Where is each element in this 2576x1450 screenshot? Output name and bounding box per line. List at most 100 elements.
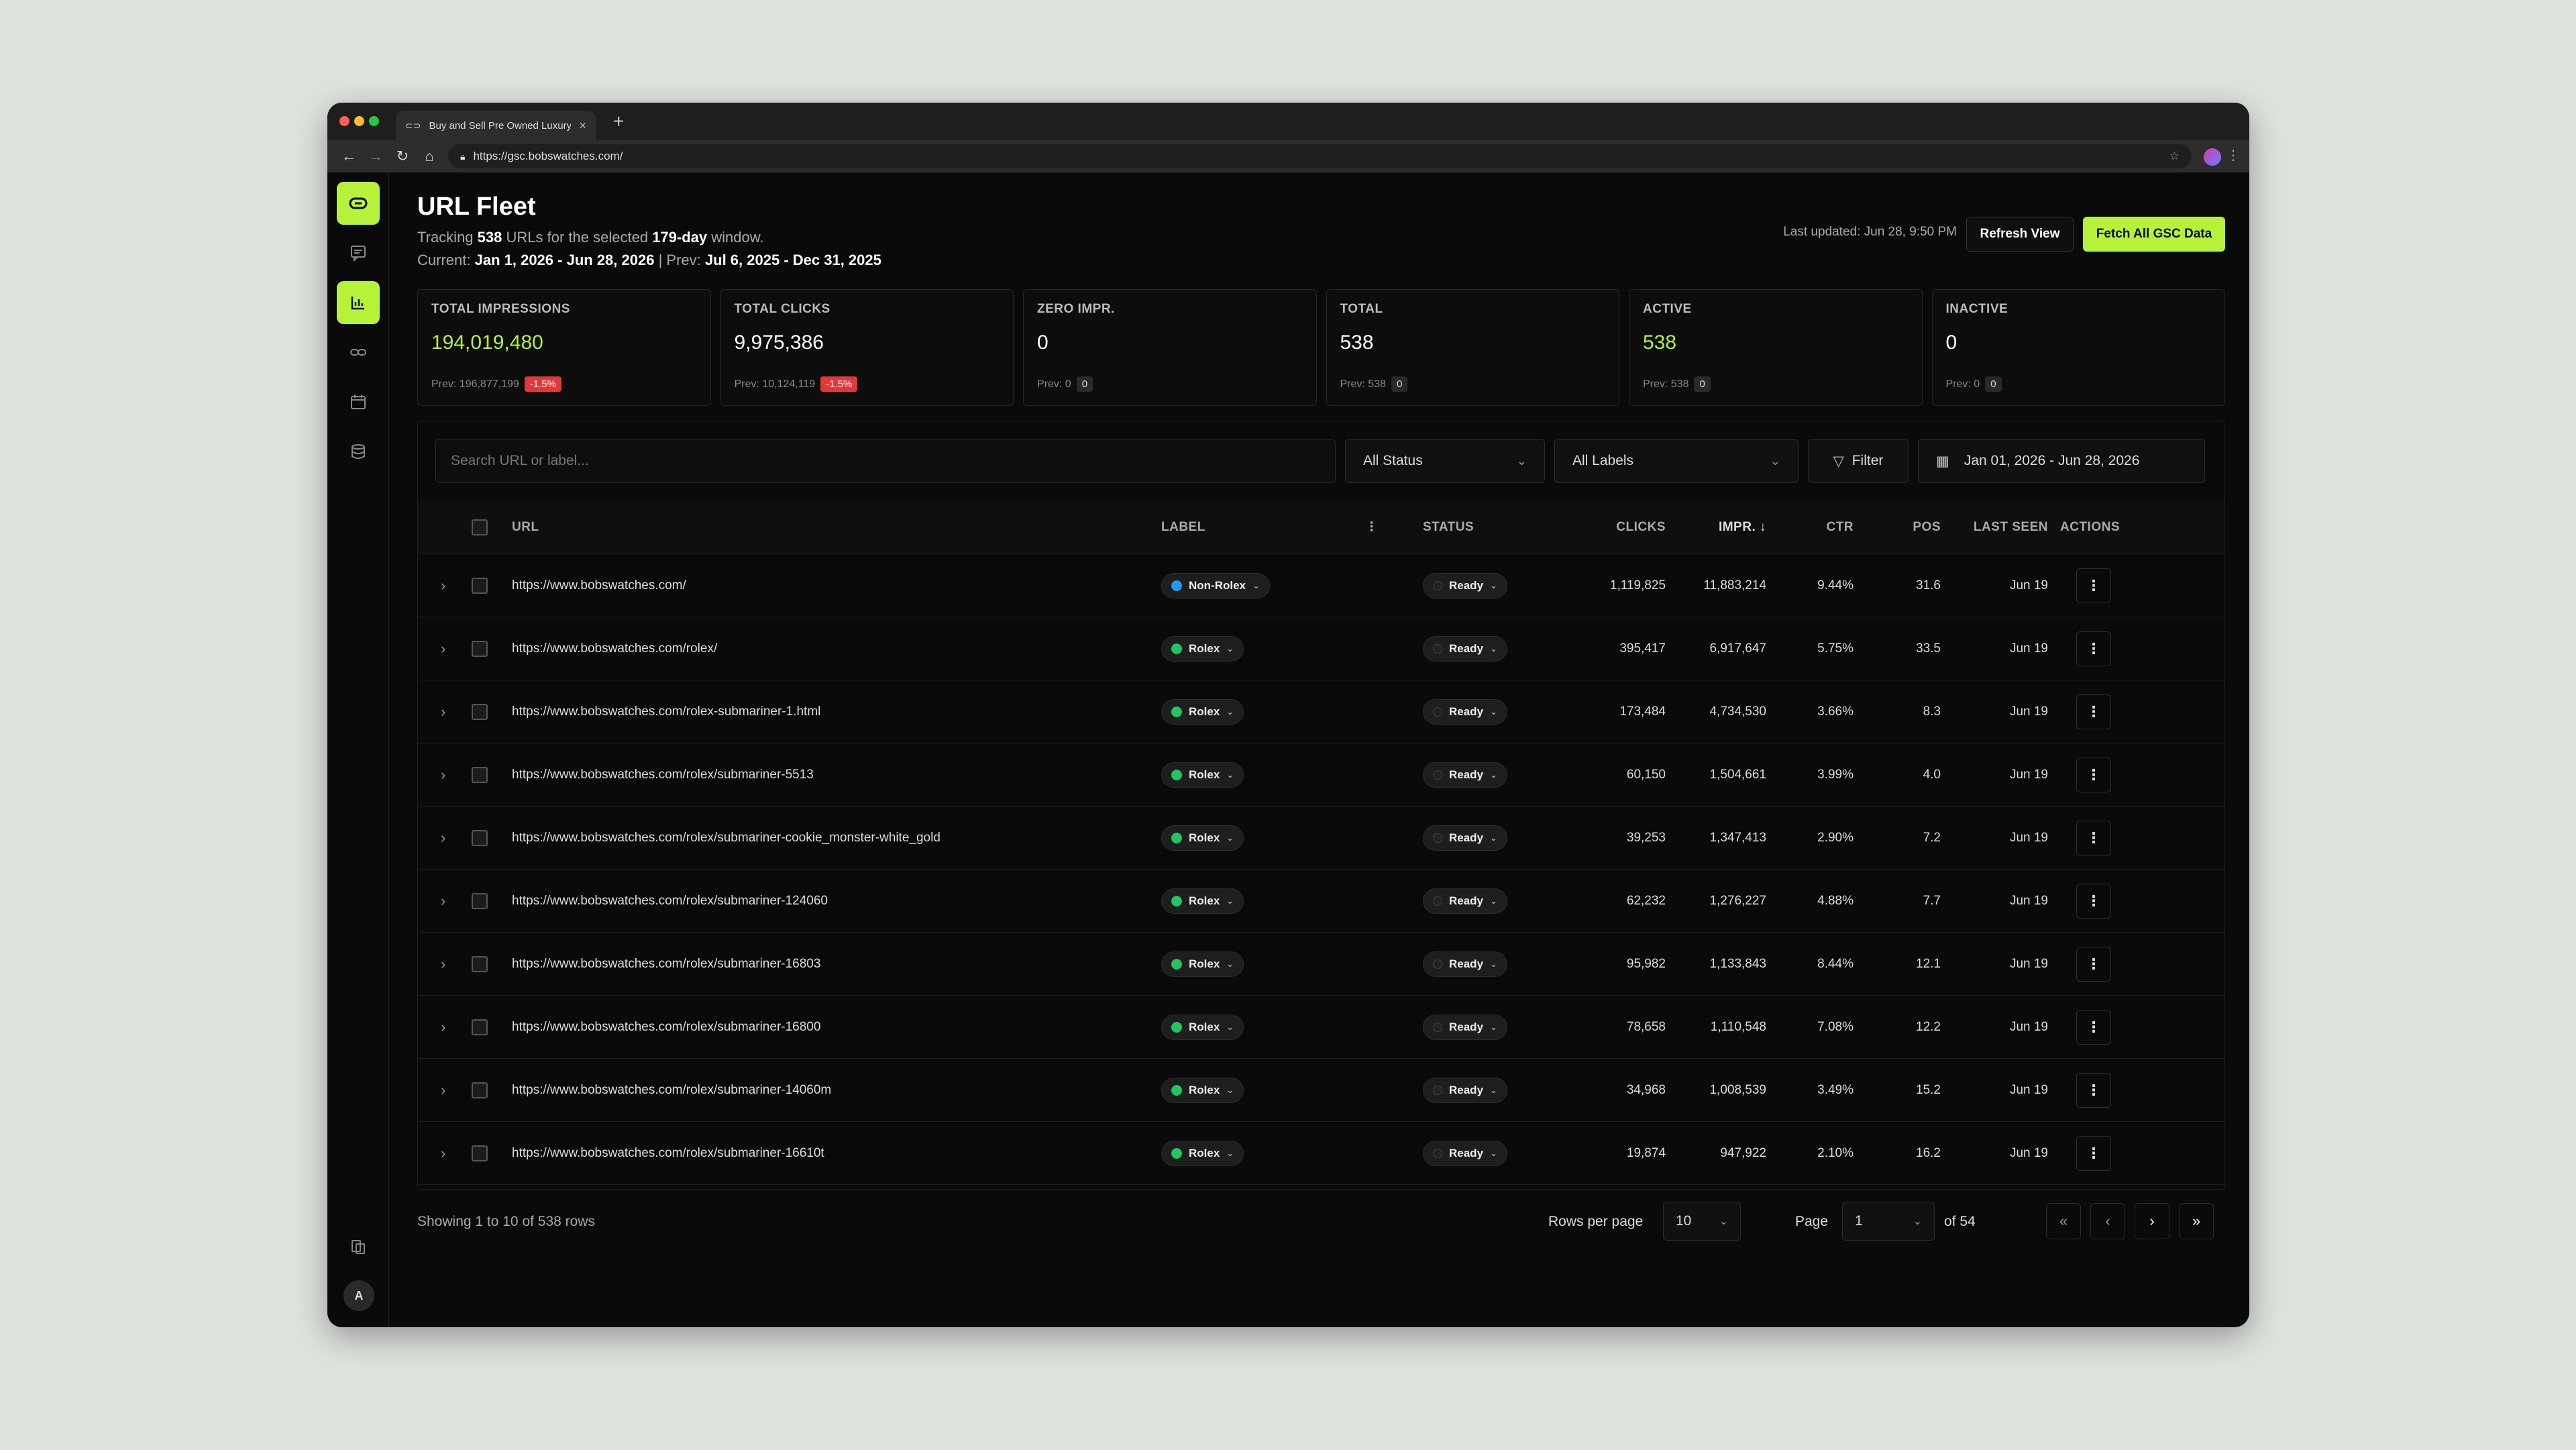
status-badge[interactable]: Ready ⌄: [1423, 572, 1507, 599]
status-badge[interactable]: Ready ⌄: [1423, 888, 1507, 914]
row-checkbox[interactable]: [472, 577, 488, 594]
tab-close-icon[interactable]: ×: [579, 119, 586, 133]
status-badge[interactable]: Ready ⌄: [1423, 951, 1507, 977]
status-badge[interactable]: Ready ⌄: [1423, 1077, 1507, 1103]
app-logo-icon[interactable]: [337, 182, 380, 225]
label-badge[interactable]: Non-Rolex ⌄: [1161, 572, 1270, 599]
col-pos[interactable]: POS: [1867, 501, 1941, 554]
table-row[interactable]: › https://www.bobswatches.com/rolex/subma…: [418, 933, 2224, 996]
browser-menu-icon[interactable]: ⋮: [2226, 147, 2240, 164]
messages-icon[interactable]: [337, 231, 380, 274]
row-checkbox[interactable]: [472, 955, 488, 972]
column-menu-icon[interactable]: ⋮: [1365, 501, 1379, 554]
bookmark-star-icon[interactable]: ☆: [2169, 150, 2180, 163]
url-cell[interactable]: https://www.bobswatches.com/rolex/submar…: [512, 743, 814, 806]
url-cell[interactable]: https://www.bobswatches.com/rolex/submar…: [512, 996, 820, 1058]
row-actions-icon[interactable]: ⋮: [2076, 757, 2111, 792]
search-input[interactable]: Search URL or label...: [435, 439, 1336, 483]
status-badge[interactable]: Ready ⌄: [1423, 635, 1507, 662]
row-actions-icon[interactable]: ⋮: [2076, 1135, 2111, 1171]
row-checkbox[interactable]: [472, 640, 488, 657]
expand-row-icon[interactable]: ›: [441, 996, 445, 1058]
row-checkbox[interactable]: [472, 1145, 488, 1161]
rows-per-page-select[interactable]: 10 ⌄: [1663, 1202, 1741, 1241]
expand-row-icon[interactable]: ›: [441, 617, 445, 680]
address-field[interactable]: 🔒︎ https://gsc.bobswatches.com/ ☆: [448, 144, 2192, 168]
label-badge[interactable]: Rolex ⌄: [1161, 888, 1244, 914]
col-clicks[interactable]: CLICKS: [1572, 501, 1666, 554]
status-badge[interactable]: Ready ⌄: [1423, 1140, 1507, 1166]
url-cell[interactable]: https://www.bobswatches.com/rolex/submar…: [512, 1122, 824, 1184]
close-window-button[interactable]: [339, 116, 350, 126]
label-badge[interactable]: Rolex ⌄: [1161, 1140, 1244, 1166]
link-icon[interactable]: [337, 331, 380, 374]
status-badge[interactable]: Ready ⌄: [1423, 825, 1507, 851]
reload-icon[interactable]: ↻: [389, 148, 416, 165]
row-checkbox[interactable]: [472, 1019, 488, 1035]
col-ctr[interactable]: CTR: [1786, 501, 1854, 554]
home-icon[interactable]: ⌂: [416, 148, 443, 165]
profile-avatar-icon[interactable]: [2204, 148, 2221, 166]
expand-row-icon[interactable]: ›: [441, 870, 445, 932]
user-avatar[interactable]: A: [343, 1280, 374, 1311]
url-cell[interactable]: https://www.bobswatches.com/rolex/: [512, 617, 717, 680]
url-cell[interactable]: https://www.bobswatches.com/rolex/submar…: [512, 807, 941, 869]
row-actions-icon[interactable]: ⋮: [2076, 694, 2111, 729]
url-cell[interactable]: https://www.bobswatches.com/rolex-submar…: [512, 680, 820, 743]
table-row[interactable]: › https://www.bobswatches.com/rolex/Rolex…: [418, 617, 2224, 680]
url-cell[interactable]: https://www.bobswatches.com/rolex/submar…: [512, 933, 820, 995]
prev-page-icon[interactable]: ‹: [2090, 1203, 2125, 1239]
expand-row-icon[interactable]: ›: [441, 1122, 445, 1184]
row-actions-icon[interactable]: ⋮: [2076, 820, 2111, 856]
first-page-icon[interactable]: «: [2046, 1203, 2081, 1239]
row-actions-icon[interactable]: ⋮: [2076, 1072, 2111, 1108]
filter-button[interactable]: ▽ Filter: [1808, 439, 1909, 483]
status-select[interactable]: All Status ⌄: [1345, 439, 1545, 483]
row-checkbox[interactable]: [472, 892, 488, 909]
new-tab-button[interactable]: +: [613, 112, 624, 131]
label-badge[interactable]: Rolex ⌄: [1161, 635, 1244, 662]
col-label[interactable]: LABEL: [1161, 501, 1205, 554]
row-actions-icon[interactable]: ⋮: [2076, 1009, 2111, 1045]
row-checkbox[interactable]: [472, 766, 488, 783]
maximize-window-button[interactable]: [369, 116, 379, 126]
label-badge[interactable]: Rolex ⌄: [1161, 951, 1244, 977]
label-badge[interactable]: Rolex ⌄: [1161, 698, 1244, 725]
back-icon[interactable]: ←: [335, 148, 362, 165]
table-row[interactable]: › https://www.bobswatches.com/rolex/subma…: [418, 743, 2224, 807]
label-badge[interactable]: Rolex ⌄: [1161, 825, 1244, 851]
row-actions-icon[interactable]: ⋮: [2076, 631, 2111, 666]
select-all-checkbox[interactable]: [472, 519, 488, 535]
col-last-seen[interactable]: LAST SEEN: [1954, 501, 2048, 554]
label-badge[interactable]: Rolex ⌄: [1161, 1014, 1244, 1040]
status-badge[interactable]: Ready ⌄: [1423, 762, 1507, 788]
status-badge[interactable]: Ready ⌄: [1423, 1014, 1507, 1040]
row-actions-icon[interactable]: ⋮: [2076, 946, 2111, 982]
expand-row-icon[interactable]: ›: [441, 680, 445, 743]
docs-icon[interactable]: [337, 1225, 380, 1268]
label-badge[interactable]: Rolex ⌄: [1161, 762, 1244, 788]
database-icon[interactable]: [337, 430, 380, 473]
page-select[interactable]: 1 ⌄: [1842, 1202, 1935, 1241]
row-checkbox[interactable]: [472, 1082, 488, 1098]
table-row[interactable]: › https://www.bobswatches.com/rolex/subma…: [418, 870, 2224, 933]
row-checkbox[interactable]: [472, 703, 488, 720]
status-badge[interactable]: Ready ⌄: [1423, 698, 1507, 725]
calendar-icon[interactable]: [337, 380, 380, 423]
label-badge[interactable]: Rolex ⌄: [1161, 1077, 1244, 1103]
labels-select[interactable]: All Labels ⌄: [1554, 439, 1799, 483]
table-row[interactable]: › https://www.bobswatches.com/rolex/subma…: [418, 1059, 2224, 1122]
analytics-chart-icon[interactable]: [337, 281, 380, 324]
url-cell[interactable]: https://www.bobswatches.com/: [512, 554, 686, 617]
table-row[interactable]: › https://www.bobswatches.com/rolex/subma…: [418, 996, 2224, 1059]
row-actions-icon[interactable]: ⋮: [2076, 883, 2111, 919]
url-cell[interactable]: https://www.bobswatches.com/rolex/submar…: [512, 1059, 831, 1121]
browser-tab[interactable]: ⊂⊃ Buy and Sell Pre Owned Luxury ×: [396, 111, 596, 140]
table-row[interactable]: › https://www.bobswatches.com/rolex/subma…: [418, 1122, 2224, 1185]
forward-icon[interactable]: →: [362, 148, 389, 165]
expand-row-icon[interactable]: ›: [441, 743, 445, 806]
expand-row-icon[interactable]: ›: [441, 807, 445, 869]
next-page-icon[interactable]: ›: [2135, 1203, 2169, 1239]
col-status[interactable]: STATUS: [1423, 501, 1474, 554]
row-actions-icon[interactable]: ⋮: [2076, 568, 2111, 603]
